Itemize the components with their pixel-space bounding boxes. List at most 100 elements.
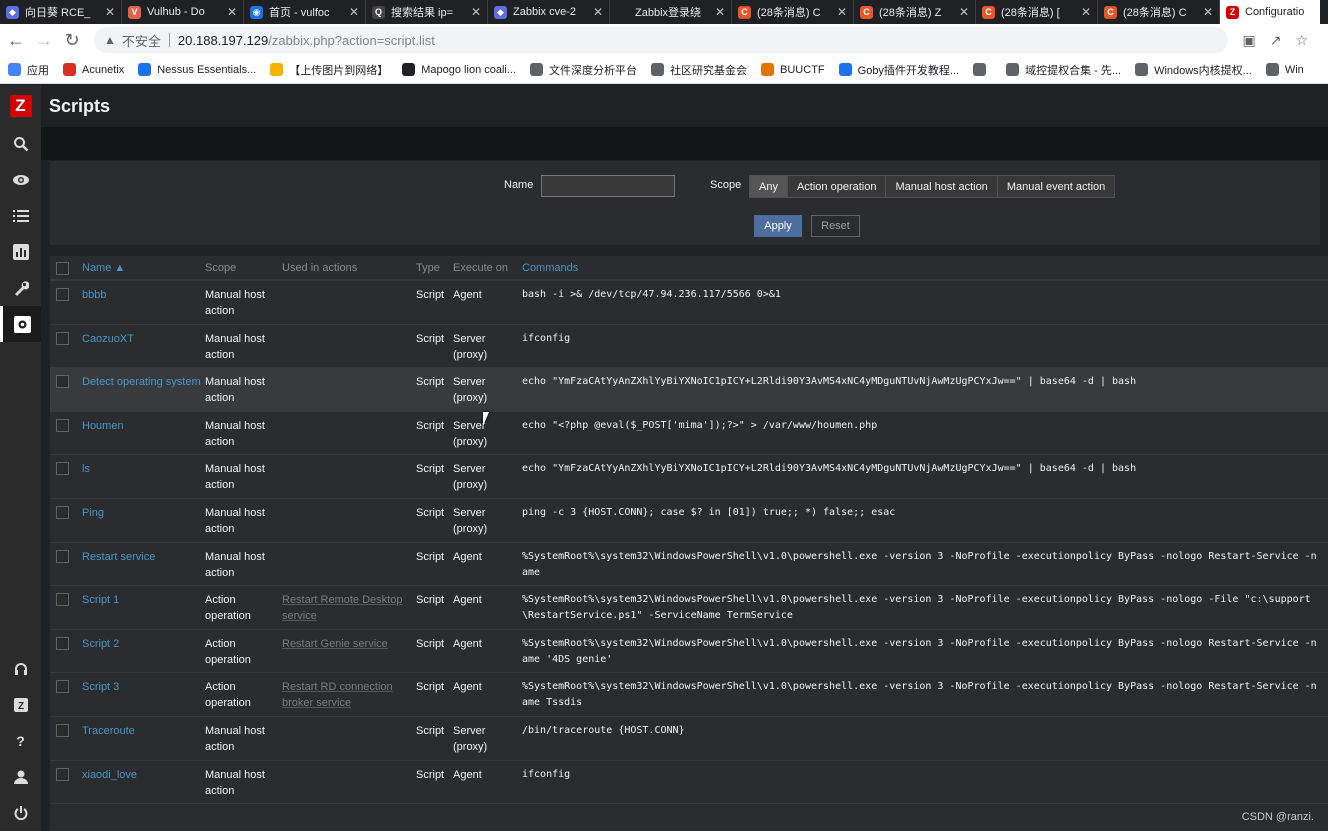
browser-tab[interactable]: Q 搜索结果 ip= ✕ [366,0,488,24]
reload-button[interactable]: ↻ [60,28,84,52]
scope-option[interactable]: Action operation [786,175,887,198]
row-checkbox[interactable] [56,375,69,389]
script-name-link[interactable]: Detect operating system [82,374,201,390]
tab-close-icon[interactable]: ✕ [959,5,969,19]
tab-close-icon[interactable]: ✕ [1203,5,1213,19]
row-checkbox[interactable] [56,549,69,563]
browser-tab[interactable]: C (28条消息) C ✕ [732,0,854,24]
tab-close-icon[interactable]: ✕ [471,5,481,19]
browser-tab[interactable]: C (28条消息) C ✕ [1098,0,1220,24]
globe-icon [1006,63,1020,76]
scope-option[interactable]: Manual host action [885,175,998,198]
row-checkbox[interactable] [56,331,69,345]
script-name-link[interactable]: Houmen [82,418,124,434]
script-type: Script [416,289,445,301]
script-name-link[interactable]: Script 3 [82,679,119,695]
bookmark-item[interactable]: 文件深度分析平台 [530,62,637,78]
user-profile-icon[interactable] [0,759,41,795]
monitoring-eye-icon[interactable] [0,162,41,198]
browser-tab[interactable]: ◆ 向日葵 RCE_ ✕ [0,0,122,24]
bookmark-item[interactable]: 社区研究基金会 [651,62,747,78]
configuration-wrench-icon[interactable] [0,270,41,306]
bookmark-item[interactable]: BUUCTF [761,63,825,76]
browser-tab[interactable]: ◆ Zabbix cve-2 ✕ [488,0,610,24]
script-name-link[interactable]: Script 2 [82,636,119,652]
scope-option[interactable]: Manual event action [996,175,1116,198]
script-name-link[interactable]: bbbb [82,287,106,303]
zabbix-logo[interactable]: Z [0,85,41,126]
tab-close-icon[interactable]: ✕ [105,5,115,19]
bookmark-item[interactable]: Goby插件开发教程... [838,62,959,78]
script-used-in-actions[interactable]: Restart Genie service [282,636,412,652]
browser-tab[interactable]: V Vulhub - Do ✕ [122,0,244,24]
script-name-link[interactable]: ls [82,461,90,477]
url-host: 20.188.197.129 [177,32,269,48]
bookmark-item[interactable]: Win [1265,63,1304,76]
row-checkbox[interactable] [56,505,69,519]
browser-tab[interactable]: Zabbix登录绕 ✕ [610,0,732,24]
row-checkbox[interactable] [56,636,69,650]
reports-chart-icon[interactable] [0,234,41,270]
bookmark-item[interactable]: 域控提权合集 - 先... [1006,62,1121,78]
row-checkbox[interactable] [56,462,69,476]
header-name[interactable]: Name ▲ [82,262,125,274]
row-checkbox[interactable] [56,418,69,432]
bookmark-item[interactable]: Mapogo lion coali... [402,63,516,76]
row-checkbox[interactable] [56,723,69,737]
row-checkbox[interactable] [56,288,69,301]
script-type: Script [416,419,445,432]
tab-close-icon[interactable]: ✕ [227,5,237,19]
bookmark-star-icon[interactable]: ☆ [1295,32,1308,49]
script-used-in-actions[interactable]: Restart Remote Desktop service [282,592,412,624]
tab-close-icon[interactable]: ✕ [837,5,847,19]
row-checkbox[interactable] [56,680,69,694]
bookmark-item[interactable]: Nessus Essentials... [138,63,256,76]
script-name-link[interactable]: CaozuoXT [82,331,134,347]
row-checkbox[interactable] [56,767,69,781]
browser-tab[interactable]: ZConfiguratio✕ [1220,0,1320,24]
bookmark-item[interactable]: 【上传图片到网络】 [270,62,388,78]
zabbix-share-icon[interactable]: Z [0,687,41,723]
forward-button[interactable]: → [32,28,56,52]
script-name-link[interactable]: xiaodi_love [82,767,137,783]
reset-button[interactable]: Reset [811,215,860,237]
header-execute-on: Execute on [453,262,509,274]
translate-icon[interactable]: ▣ [1242,32,1255,49]
browser-tab[interactable]: ◉ 首页 - vulfoc ✕ [244,0,366,24]
help-icon[interactable]: ? [0,723,41,759]
apply-button[interactable]: Apply [754,215,802,237]
tab-close-icon[interactable]: ✕ [715,5,725,19]
tab-close-icon[interactable]: ✕ [1081,5,1091,19]
acunetix-icon [63,63,76,76]
bookmark-item[interactable]: Acunetix [63,63,124,76]
inventory-list-icon[interactable] [0,198,41,234]
tab-close-icon[interactable]: ✕ [349,5,359,19]
filter-name-input[interactable] [541,175,675,197]
scope-option[interactable]: Any [749,175,788,198]
administration-gear-icon[interactable] [0,306,41,342]
script-name-link[interactable]: Script 1 [82,592,119,608]
bookmark-item[interactable] [973,63,992,76]
sign-out-power-icon[interactable] [0,795,41,831]
browser-tab[interactable]: C (28条消息) Z ✕ [854,0,976,24]
bookmark-item[interactable]: 应用 [8,62,49,78]
bookmark-label: 【上传图片到网络】 [289,64,389,77]
script-name-link[interactable]: Ping [82,505,104,521]
header-commands[interactable]: Commands [522,262,578,274]
wikipedia-icon [402,63,416,76]
script-name-link[interactable]: Traceroute [82,723,135,739]
tab-favicon-icon: ◆ [494,5,507,19]
tab-close-icon[interactable]: ✕ [593,5,603,19]
script-name-link[interactable]: Restart service [82,549,155,565]
select-all-checkbox[interactable] [56,262,69,275]
browser-tab[interactable]: C (28条消息) [✕ [976,0,1098,24]
row-checkbox[interactable] [56,593,69,607]
address-bar[interactable]: ▲ 不安全 20.188.197.129/zabbix.php?action=s… [94,27,1229,53]
back-button[interactable]: ← [4,28,28,52]
bookmark-item[interactable]: Windows内核提权... [1135,62,1252,78]
search-icon[interactable] [0,126,41,162]
share-icon[interactable]: ↗ [1270,32,1282,49]
support-headset-icon[interactable] [0,651,41,687]
script-used-in-actions[interactable]: Restart RD connection broker service [282,679,412,711]
script-execute-on: Server (proxy) [453,376,488,405]
